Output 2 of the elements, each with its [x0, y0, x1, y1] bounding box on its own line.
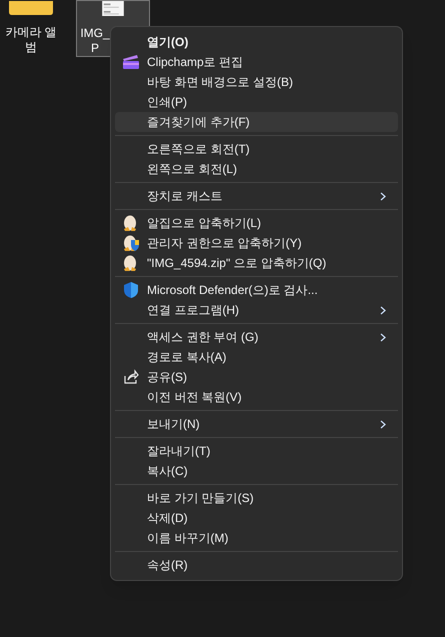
icon-label: IMG_ P	[80, 26, 110, 56]
icon-label: 카메라 앨 범	[5, 25, 57, 55]
